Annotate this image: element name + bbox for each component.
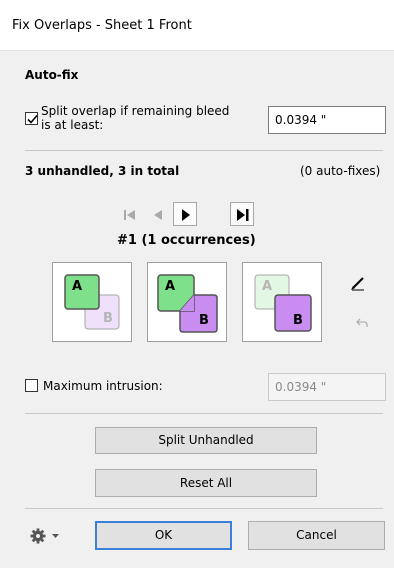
option-split-overlap[interactable]: A B (147, 262, 227, 342)
previous-icon (154, 210, 162, 220)
undo-icon (356, 318, 368, 327)
tile3-label-b: B (293, 313, 303, 328)
first-button[interactable] (117, 202, 141, 226)
settings-menu-button[interactable] (30, 528, 66, 544)
tile2-label-b: B (199, 313, 209, 328)
separator (25, 508, 383, 509)
tile3-label-a: A (262, 279, 273, 294)
first-icon (124, 210, 135, 220)
last-icon (237, 209, 249, 221)
option-keep-a-on-top[interactable]: A B (52, 262, 132, 342)
ok-button[interactable]: OK (95, 521, 232, 550)
gear-icon (30, 528, 59, 544)
separator (25, 413, 383, 414)
autofix-heading: Auto-fix (25, 68, 79, 82)
option-keep-b-on-top[interactable]: A B (242, 262, 322, 342)
window-title: Fix Overlaps - Sheet 1 Front (12, 18, 192, 33)
maximum-intrusion-checkbox[interactable] (25, 379, 38, 392)
title-bar: Fix Overlaps - Sheet 1 Front (0, 0, 394, 51)
overlap-b-top-icon (254, 274, 312, 332)
status-text: 3 unhandled, 3 in total (25, 164, 180, 178)
split-unhandled-button[interactable]: Split Unhandled (95, 427, 317, 454)
checkmark-icon (27, 114, 38, 124)
last-button[interactable] (230, 202, 254, 226)
split-overlap-checkbox[interactable] (25, 112, 38, 125)
overlap-a-top-icon (64, 274, 120, 330)
maximum-intrusion-label: Maximum intrusion: (43, 379, 163, 393)
occurrence-label: #1 (1 occurrences) (117, 233, 256, 248)
undo-button[interactable] (356, 316, 368, 328)
autofix-count: (0 auto-fixes) (300, 164, 381, 178)
split-overlap-label-line1: Split overlap if remaining bleed (41, 104, 230, 118)
separator (25, 150, 383, 151)
tile1-label-b: B (103, 311, 113, 326)
tile2-label-a: A (165, 279, 176, 294)
tile1-label-a: A (72, 279, 83, 294)
split-overlap-label: Split overlap if remaining bleed is at l… (41, 104, 261, 132)
split-overlap-label-line2: is at least: (41, 118, 104, 132)
edit-pen-icon (351, 277, 364, 291)
overlap-split-icon (157, 274, 218, 333)
previous-button[interactable] (145, 202, 169, 226)
reset-all-button[interactable]: Reset All (95, 469, 317, 497)
edit-pen-button[interactable] (350, 275, 366, 291)
next-button[interactable] (173, 202, 197, 226)
split-bleed-input[interactable]: 0.0394 " (268, 106, 386, 134)
cancel-button[interactable]: Cancel (248, 521, 385, 550)
next-icon (182, 209, 190, 221)
maximum-intrusion-input[interactable]: 0.0394 " (268, 373, 386, 401)
chevron-down-icon (52, 534, 59, 538)
